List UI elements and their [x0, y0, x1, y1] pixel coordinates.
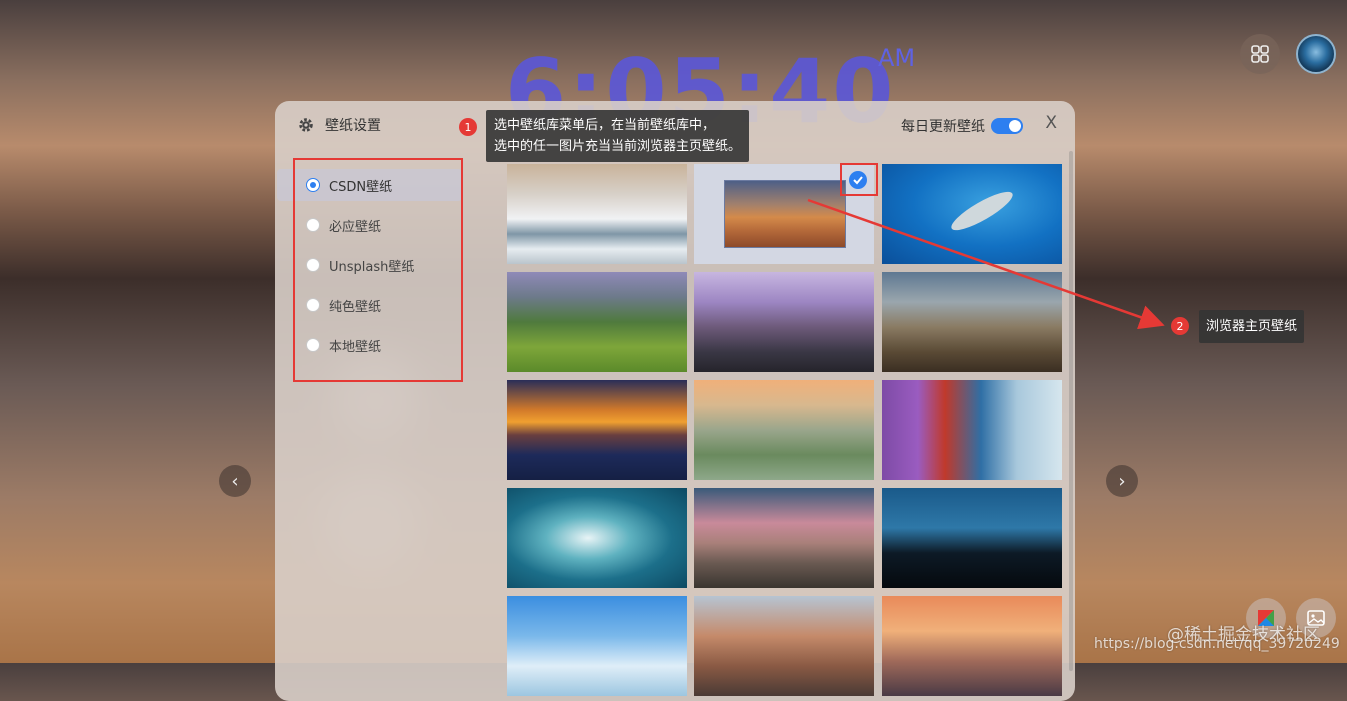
annotation-line: 选中的任一图片充当当前浏览器主页壁纸。	[494, 139, 742, 154]
annotation-line: 选中壁纸库菜单后，在当前壁纸库中，	[494, 118, 716, 133]
annotation-tooltip-2: 浏览器主页壁纸	[1199, 310, 1305, 343]
annotation-arrow	[807, 198, 1165, 330]
watermark-url: https://blog.csdn.net/qq_39720249	[1094, 636, 1340, 652]
annotation-tooltip-1: 选中壁纸库菜单后，在当前壁纸库中， 选中的任一图片充当当前浏览器主页壁纸。	[486, 110, 750, 162]
annotation-text: 浏览器主页壁纸	[1206, 319, 1298, 334]
annotation-number-badge: 1	[459, 118, 477, 136]
annotation-number-badge: 2	[1171, 317, 1189, 335]
